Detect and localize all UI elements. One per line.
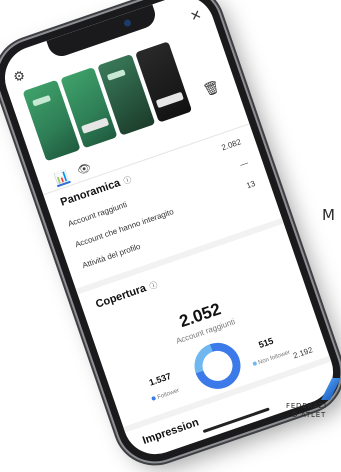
- trash-icon[interactable]: 🗑: [202, 79, 222, 99]
- side-letter-m: M: [322, 206, 336, 224]
- phone-screen: ⚙ ✕ 🗑 📊 👁 Panoramicaⓘ 2.082 Account ragg…: [0, 0, 341, 463]
- phone-device: ⚙ ✕ 🗑 📊 👁 Panoramicaⓘ 2.082 Account ragg…: [0, 0, 341, 472]
- followers-legend: 1.537 Follower: [145, 370, 181, 406]
- gear-icon[interactable]: ⚙: [12, 68, 28, 86]
- camera-icon: [123, 18, 132, 28]
- followers-label: Follower: [151, 388, 180, 403]
- nonfollowers-label-text: Non follower: [257, 349, 292, 367]
- followers-value: 1.537: [147, 370, 173, 388]
- overview-row-value: 13: [245, 178, 257, 191]
- logo-line-1: FEDERAZI: [286, 402, 327, 410]
- overview-total: 2.082: [220, 137, 243, 153]
- close-icon[interactable]: ✕: [188, 7, 203, 25]
- logo-line-2: D'ATLET: [292, 411, 327, 419]
- info-icon[interactable]: ⓘ: [148, 280, 158, 291]
- nonfollowers-label: Non follower: [251, 349, 292, 368]
- followers-label-text: Follower: [156, 387, 181, 401]
- federation-logo-text: FEDERAZI D'ATLET: [286, 402, 341, 420]
- bar-chart-icon[interactable]: 📊: [52, 168, 71, 188]
- eye-icon[interactable]: 👁: [75, 161, 92, 178]
- overview-row-value: —: [238, 158, 250, 170]
- nonfollowers-legend: 515 Non follower: [246, 332, 292, 371]
- info-icon[interactable]: ⓘ: [122, 175, 132, 186]
- nonfollowers-value: 515: [257, 335, 275, 351]
